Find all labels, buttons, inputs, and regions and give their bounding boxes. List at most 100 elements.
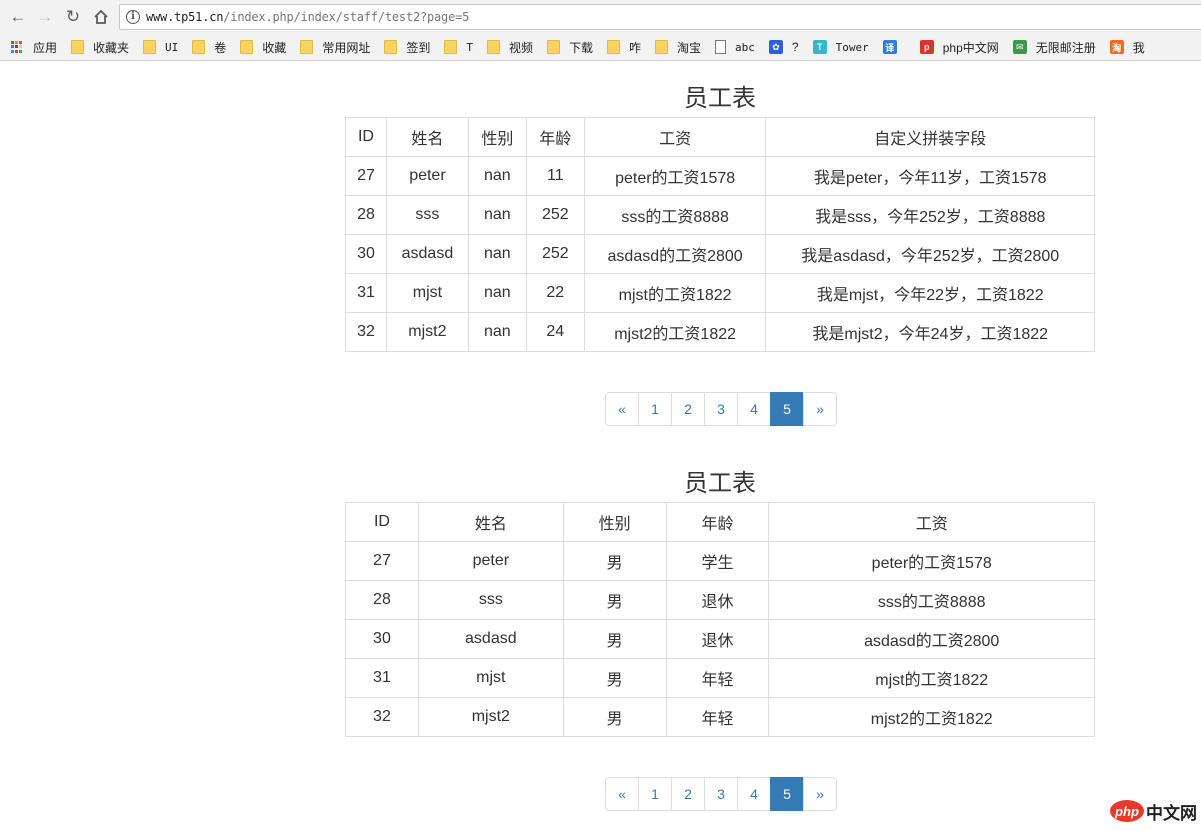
staff-table-status: ID 姓名 性别 年龄 工资 27 peter 男学生 peter的工资1578 28 sss 男退…	[345, 502, 1095, 737]
folder-icon	[486, 40, 500, 54]
table-header-row: ID 姓名 性别 年龄 工资 自定义拼装字段	[345, 117, 1095, 157]
pagination-page-5[interactable]: 5	[770, 392, 804, 426]
pagination-prev-button[interactable]: «	[605, 777, 639, 811]
bookmark-item[interactable]: 签到	[384, 37, 430, 57]
url-text: www.tp51.cn/index.php/index/staff/test2?…	[146, 10, 469, 24]
back-arrow-icon[interactable]: ←	[8, 7, 28, 27]
table-cell: 男	[562, 619, 667, 659]
php-icon: p	[919, 40, 934, 54]
pagination-page-3[interactable]: 3	[704, 777, 738, 811]
folder-icon	[546, 40, 560, 54]
bookmark-item[interactable]: UI	[143, 37, 178, 57]
table-cell: 退休	[665, 580, 770, 620]
table-cell: 31	[345, 658, 419, 698]
mail-icon: ✉	[1012, 40, 1027, 54]
bookmark-item[interactable]: 淘宝	[655, 37, 701, 57]
table-cell: sss	[417, 580, 564, 620]
bookmark-label: 收藏夹	[93, 40, 130, 55]
pagination-page-2[interactable]: 2	[671, 392, 705, 426]
address-bar[interactable]: i www.tp51.cn/index.php/index/staff/test…	[119, 4, 1201, 30]
pagination-page-4[interactable]: 4	[737, 392, 771, 426]
bookmark-label: 无限邮注册	[1035, 40, 1096, 55]
table-cell: mjst2的工资1822	[768, 697, 1095, 737]
home-icon[interactable]	[91, 7, 111, 27]
table-cell: asdasd的工资2800	[583, 234, 767, 274]
table-cell: 32	[345, 697, 419, 737]
pagination-prev-button[interactable]: «	[605, 392, 639, 426]
table-cell: nan	[467, 234, 527, 274]
bookmark-item[interactable]: 下载	[546, 37, 593, 57]
table-cell: mjst的工资1822	[583, 273, 767, 313]
bookmark-item[interactable]: ✿?	[768, 37, 799, 57]
table-cell: 我是mjst2，今年24岁，工资1822	[765, 312, 1095, 352]
bookmark-label: UI	[165, 40, 179, 54]
table-cell: asdasd的工资2800	[768, 619, 1095, 659]
pagination-page-1[interactable]: 1	[638, 392, 672, 426]
bookmark-item[interactable]: ✉ 无限邮注册	[1012, 37, 1096, 57]
table-cell: 年轻	[665, 658, 770, 698]
table-cell: mjst2的工资1822	[583, 312, 767, 352]
bookmark-item[interactable]: p php中文网	[919, 37, 999, 57]
table-header-row: ID 姓名 性别 年龄 工资	[345, 502, 1095, 542]
reload-icon[interactable]: ↻	[63, 7, 83, 27]
table-cell: 男	[562, 697, 667, 737]
bookmark-item[interactable]: T Tower	[812, 37, 869, 57]
table-cell: mjst的工资1822	[768, 658, 1095, 698]
bookmark-item[interactable]: 收藏	[240, 37, 286, 57]
table-row: 28 sss nan 252 sss的工资8888 我是sss，今年252岁，工资8888	[345, 195, 1095, 235]
pagination-page-4[interactable]: 4	[737, 777, 771, 811]
table-cell: mjst2	[417, 697, 564, 737]
bookmark-item[interactable]: 视频	[486, 37, 533, 57]
forward-arrow-icon[interactable]: →	[35, 7, 55, 27]
bookmark-item[interactable]: 收藏夹	[71, 37, 129, 57]
table-row: 27 peter nan 11 peter的工资1578 我是peter，今年11岁，工资…	[345, 156, 1095, 196]
table-row: 31 mjst 男年轻 mjst的工资1822	[345, 658, 1095, 698]
table-cell: 我是sss，今年252岁，工资8888	[765, 195, 1095, 235]
bookmark-item[interactable]: T	[444, 37, 473, 57]
table-cell: 32	[345, 312, 387, 352]
table-cell: 30	[345, 234, 387, 274]
folder-icon	[240, 40, 254, 54]
pagination-page-1[interactable]: 1	[638, 777, 672, 811]
bookmark-item[interactable]: 译	[882, 37, 906, 57]
bookmark-item[interactable]: 常用网址	[300, 37, 370, 57]
folder-icon	[384, 40, 398, 54]
column-header: 性别	[467, 117, 527, 157]
table-row: 28 sss 男退休 sss的工资8888	[345, 580, 1095, 620]
tower-icon: T	[812, 40, 827, 54]
bookmark-label: abc	[735, 40, 755, 54]
folder-icon	[143, 40, 157, 54]
pagination-next-button[interactable]: »	[803, 777, 837, 811]
staff-table-custom: ID 姓名 性别 年龄 工资 自定义拼装字段 27 peter nan 11 peter的工资15…	[345, 117, 1095, 352]
pagination-next-button[interactable]: »	[803, 392, 837, 426]
bookmark-label: 签到	[406, 40, 431, 55]
taobao-icon: 淘	[1109, 40, 1124, 54]
table-cell: peter的工资1578	[583, 156, 767, 196]
table-cell: 退休	[665, 619, 770, 659]
table-cell: 31	[345, 273, 387, 313]
column-header: 姓名	[417, 502, 564, 542]
bookmark-label: 应用	[33, 40, 58, 55]
browser-toolbar: ← → ↻ i www.tp51.cn/index.php/index/staf…	[0, 0, 1201, 34]
pagination-page-5[interactable]: 5	[770, 777, 804, 811]
bookmark-item[interactable]: 咋	[607, 37, 641, 57]
pagination-page-3[interactable]: 3	[704, 392, 738, 426]
table-cell: mjst2	[385, 312, 469, 352]
folder-icon	[444, 40, 458, 54]
column-header: 年龄	[525, 117, 585, 157]
php-logo: php	[1110, 800, 1144, 822]
bookmark-label: Tower	[835, 40, 869, 54]
php-cn-watermark: php 中文网	[1110, 796, 1197, 826]
column-header: 工资	[583, 117, 767, 157]
pagination-page-2[interactable]: 2	[671, 777, 705, 811]
site-info-icon[interactable]: i	[126, 10, 140, 24]
table-cell: 24	[525, 312, 585, 352]
column-header: 年龄	[665, 502, 770, 542]
bookmark-item[interactable]: 应用	[10, 37, 57, 57]
bookmark-item[interactable]: 淘我	[1109, 37, 1145, 57]
table1-title: 员工表	[684, 85, 756, 112]
bookmark-item[interactable]: abc	[715, 37, 755, 57]
bookmark-item[interactable]: 卷	[192, 37, 226, 57]
bookmark-label: 淘宝	[677, 40, 702, 55]
bookmarks-bar: 应用 收藏夹 UI 卷 收藏 常用网址 签到 T 视频 下载 咋 淘宝 abc ✿? T Tower 译 p php…	[0, 34, 1201, 61]
